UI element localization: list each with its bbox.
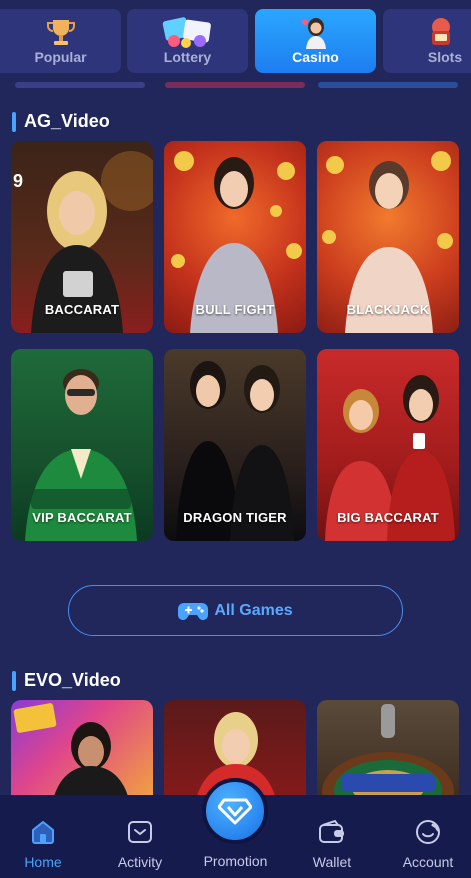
nav-item-account[interactable]: Account — [388, 818, 468, 870]
slots-icon — [432, 18, 450, 45]
game-card-big-baccarat[interactable]: BIG BACCARAT — [317, 349, 459, 541]
game-title: DRAGON TIGER — [183, 510, 287, 525]
game-card-blackjack[interactable]: BLACKJACK — [317, 141, 459, 333]
game-card-bull-fight[interactable]: BULL FIGHT — [164, 141, 306, 333]
account-icon — [416, 820, 440, 844]
game-card-baccarat[interactable]: 9 BACCARAT — [11, 141, 153, 333]
section-title-ag-video: AG_Video — [12, 111, 110, 132]
gamepad-icon — [178, 602, 209, 620]
section-marker — [12, 111, 16, 132]
trophy-icon — [46, 20, 75, 45]
tab-underline-decor — [165, 82, 305, 88]
section-title-evo-video: EVO_Video — [12, 670, 121, 691]
game-title: BLACKJACK — [346, 302, 430, 317]
game-card-vip-baccarat[interactable]: VIP BACCARAT — [11, 349, 153, 541]
section-title-text: AG_Video — [24, 111, 110, 131]
lottery-tickets-icon — [162, 17, 211, 48]
tab-label: Casino — [292, 49, 339, 65]
category-tabs: Popular Lottery Casino Slots — [0, 0, 471, 96]
game-title: BULL FIGHT — [195, 302, 275, 317]
promotion-button[interactable] — [202, 778, 268, 844]
nav-item-activity[interactable]: Activity — [100, 818, 180, 870]
game-card-evo-1[interactable] — [11, 700, 153, 810]
all-games-button[interactable]: All Games — [68, 585, 403, 636]
tab-slots[interactable]: Slots — [383, 9, 471, 73]
svg-text:9: 9 — [13, 171, 23, 191]
tab-label: Popular — [34, 49, 87, 65]
section-title-text: EVO_Video — [24, 670, 121, 690]
roulette-image — [322, 704, 454, 810]
tab-lottery[interactable]: Lottery — [127, 9, 248, 73]
nav-label-promotion[interactable]: Promotion — [186, 853, 285, 869]
all-games-label: All Games — [214, 601, 293, 619]
tab-underline-decor — [15, 82, 145, 88]
nav-label: Home — [24, 854, 62, 870]
tab-label: Lottery — [163, 49, 212, 65]
nav-label: Activity — [117, 854, 163, 870]
home-icon — [32, 821, 54, 844]
game-card-evo-3[interactable] — [317, 700, 459, 810]
wallet-icon — [319, 819, 344, 843]
game-title: BIG BACCARAT — [337, 510, 439, 525]
tab-casino[interactable]: Casino — [255, 9, 376, 73]
game-card-dragon-tiger[interactable]: DRAGON TIGER — [164, 349, 306, 541]
dealer-image — [13, 703, 131, 810]
nav-label: Account — [402, 854, 454, 870]
casino-dealer-icon — [301, 18, 326, 49]
tab-underline-decor — [318, 82, 458, 88]
game-title: VIP BACCARAT — [32, 510, 132, 525]
nav-item-home[interactable]: Home — [3, 818, 83, 870]
activity-icon — [128, 821, 152, 843]
nav-label: Wallet — [312, 854, 352, 870]
section-marker — [12, 670, 16, 691]
tab-label: Slots — [427, 49, 463, 65]
tab-popular[interactable]: Popular — [0, 9, 121, 73]
game-title: BACCARAT — [44, 302, 120, 317]
nav-item-wallet[interactable]: Wallet — [292, 818, 372, 870]
diamond-icon — [218, 798, 252, 825]
